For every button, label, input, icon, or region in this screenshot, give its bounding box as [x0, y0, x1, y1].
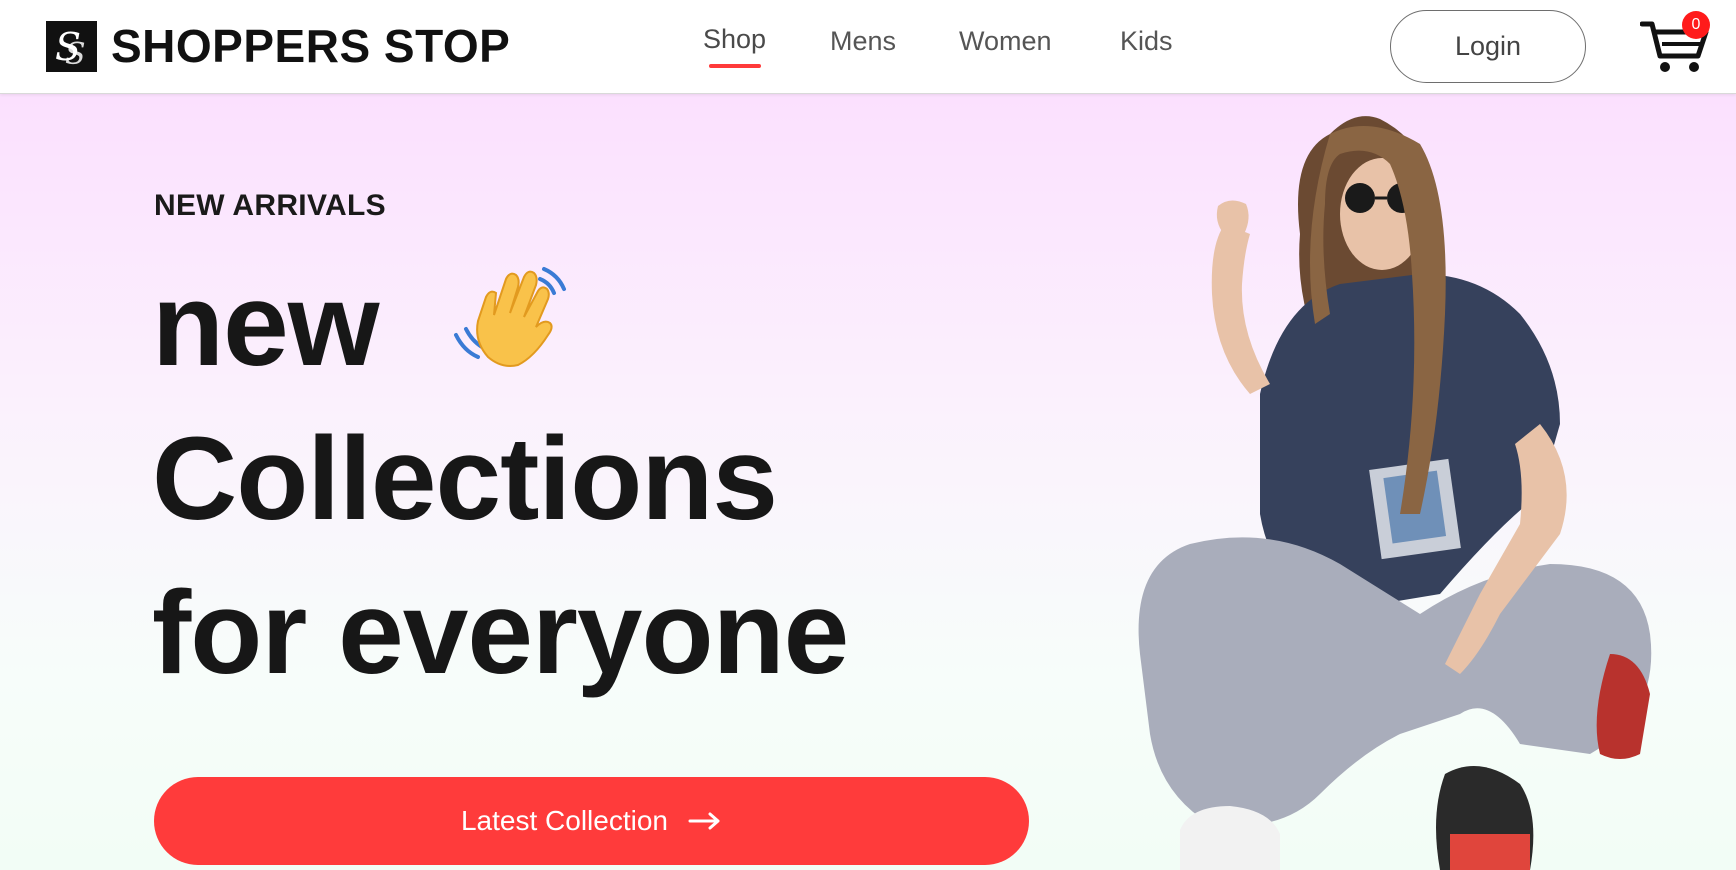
hero-section: NEW ARRIVALS new Collections for everyon…	[0, 94, 1736, 870]
active-nav-indicator	[709, 64, 761, 68]
arrow-right-icon	[688, 812, 720, 830]
svg-text:S: S	[65, 37, 86, 68]
latest-collection-button[interactable]: Latest Collection	[154, 777, 1029, 865]
brand-name: SHOPPERS STOP	[111, 20, 511, 72]
cta-label: Latest Collection	[460, 805, 668, 836]
cart-count-badge: 0	[1682, 11, 1710, 39]
hero-eyebrow: NEW ARRIVALS	[154, 189, 386, 222]
nav-item-kids[interactable]: Kids	[1120, 26, 1173, 57]
hero-headline-line-1: new	[152, 259, 379, 391]
nav-item-mens[interactable]: Mens	[830, 26, 896, 57]
woman-in-sunglasses-photo	[1138, 116, 1652, 870]
hero-headline-line-3: for everyone	[152, 567, 849, 699]
nav-item-women[interactable]: Women	[959, 26, 1052, 57]
nav-item-shop[interactable]: Shop	[703, 24, 766, 55]
brand-logo[interactable]: S S SHOPPERS STOP	[46, 20, 510, 72]
waving-hand-icon	[454, 267, 566, 367]
login-button[interactable]: Login	[1390, 10, 1586, 83]
hero-headline-line-2: Collections	[152, 413, 778, 545]
top-navbar: S S SHOPPERS STOP Shop Mens Women Kids L…	[0, 0, 1736, 94]
ss-monogram-logo-icon: S S	[46, 20, 97, 72]
